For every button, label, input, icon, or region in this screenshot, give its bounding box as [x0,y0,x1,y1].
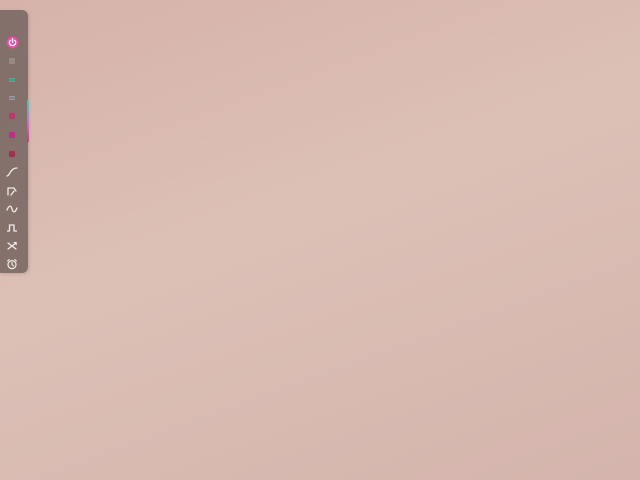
palette-swatch-icon [9,151,15,157]
palette-swatch-icon [9,78,15,82]
palette-swatch-icon [9,113,15,119]
palette-swatch-icon [9,132,15,138]
swatch-button-4[interactable] [3,108,21,124]
power-button[interactable] [3,34,21,50]
swatch-button-6[interactable] [3,146,21,162]
shuffle-cross-icon [7,242,17,250]
swatch-button-1[interactable] [3,53,21,69]
palette-swatch-icon [9,96,15,100]
sine-wave-icon [6,205,18,213]
curve-ramp-icon [6,167,18,177]
square-wave-icon [7,224,17,232]
side-toolbar [0,10,28,273]
curve-ramp-button[interactable] [3,164,21,180]
square-wave-button[interactable] [3,220,21,236]
palette-swatch-icon [9,58,15,64]
desktop: { "theme": { "background": "#dcc0b6", "t… [0,0,640,480]
curve-attack-icon [7,187,17,196]
curve-attack-button[interactable] [3,183,21,199]
shuffle-button[interactable] [3,238,21,254]
sine-wave-button[interactable] [3,201,21,217]
alarm-button[interactable] [3,256,21,272]
power-icon [6,36,18,48]
swatch-button-2[interactable] [3,72,21,88]
active-color-indicator [27,100,29,142]
alarm-clock-icon [7,259,17,270]
swatch-button-3[interactable] [3,90,21,106]
swatch-button-5[interactable] [3,127,21,143]
